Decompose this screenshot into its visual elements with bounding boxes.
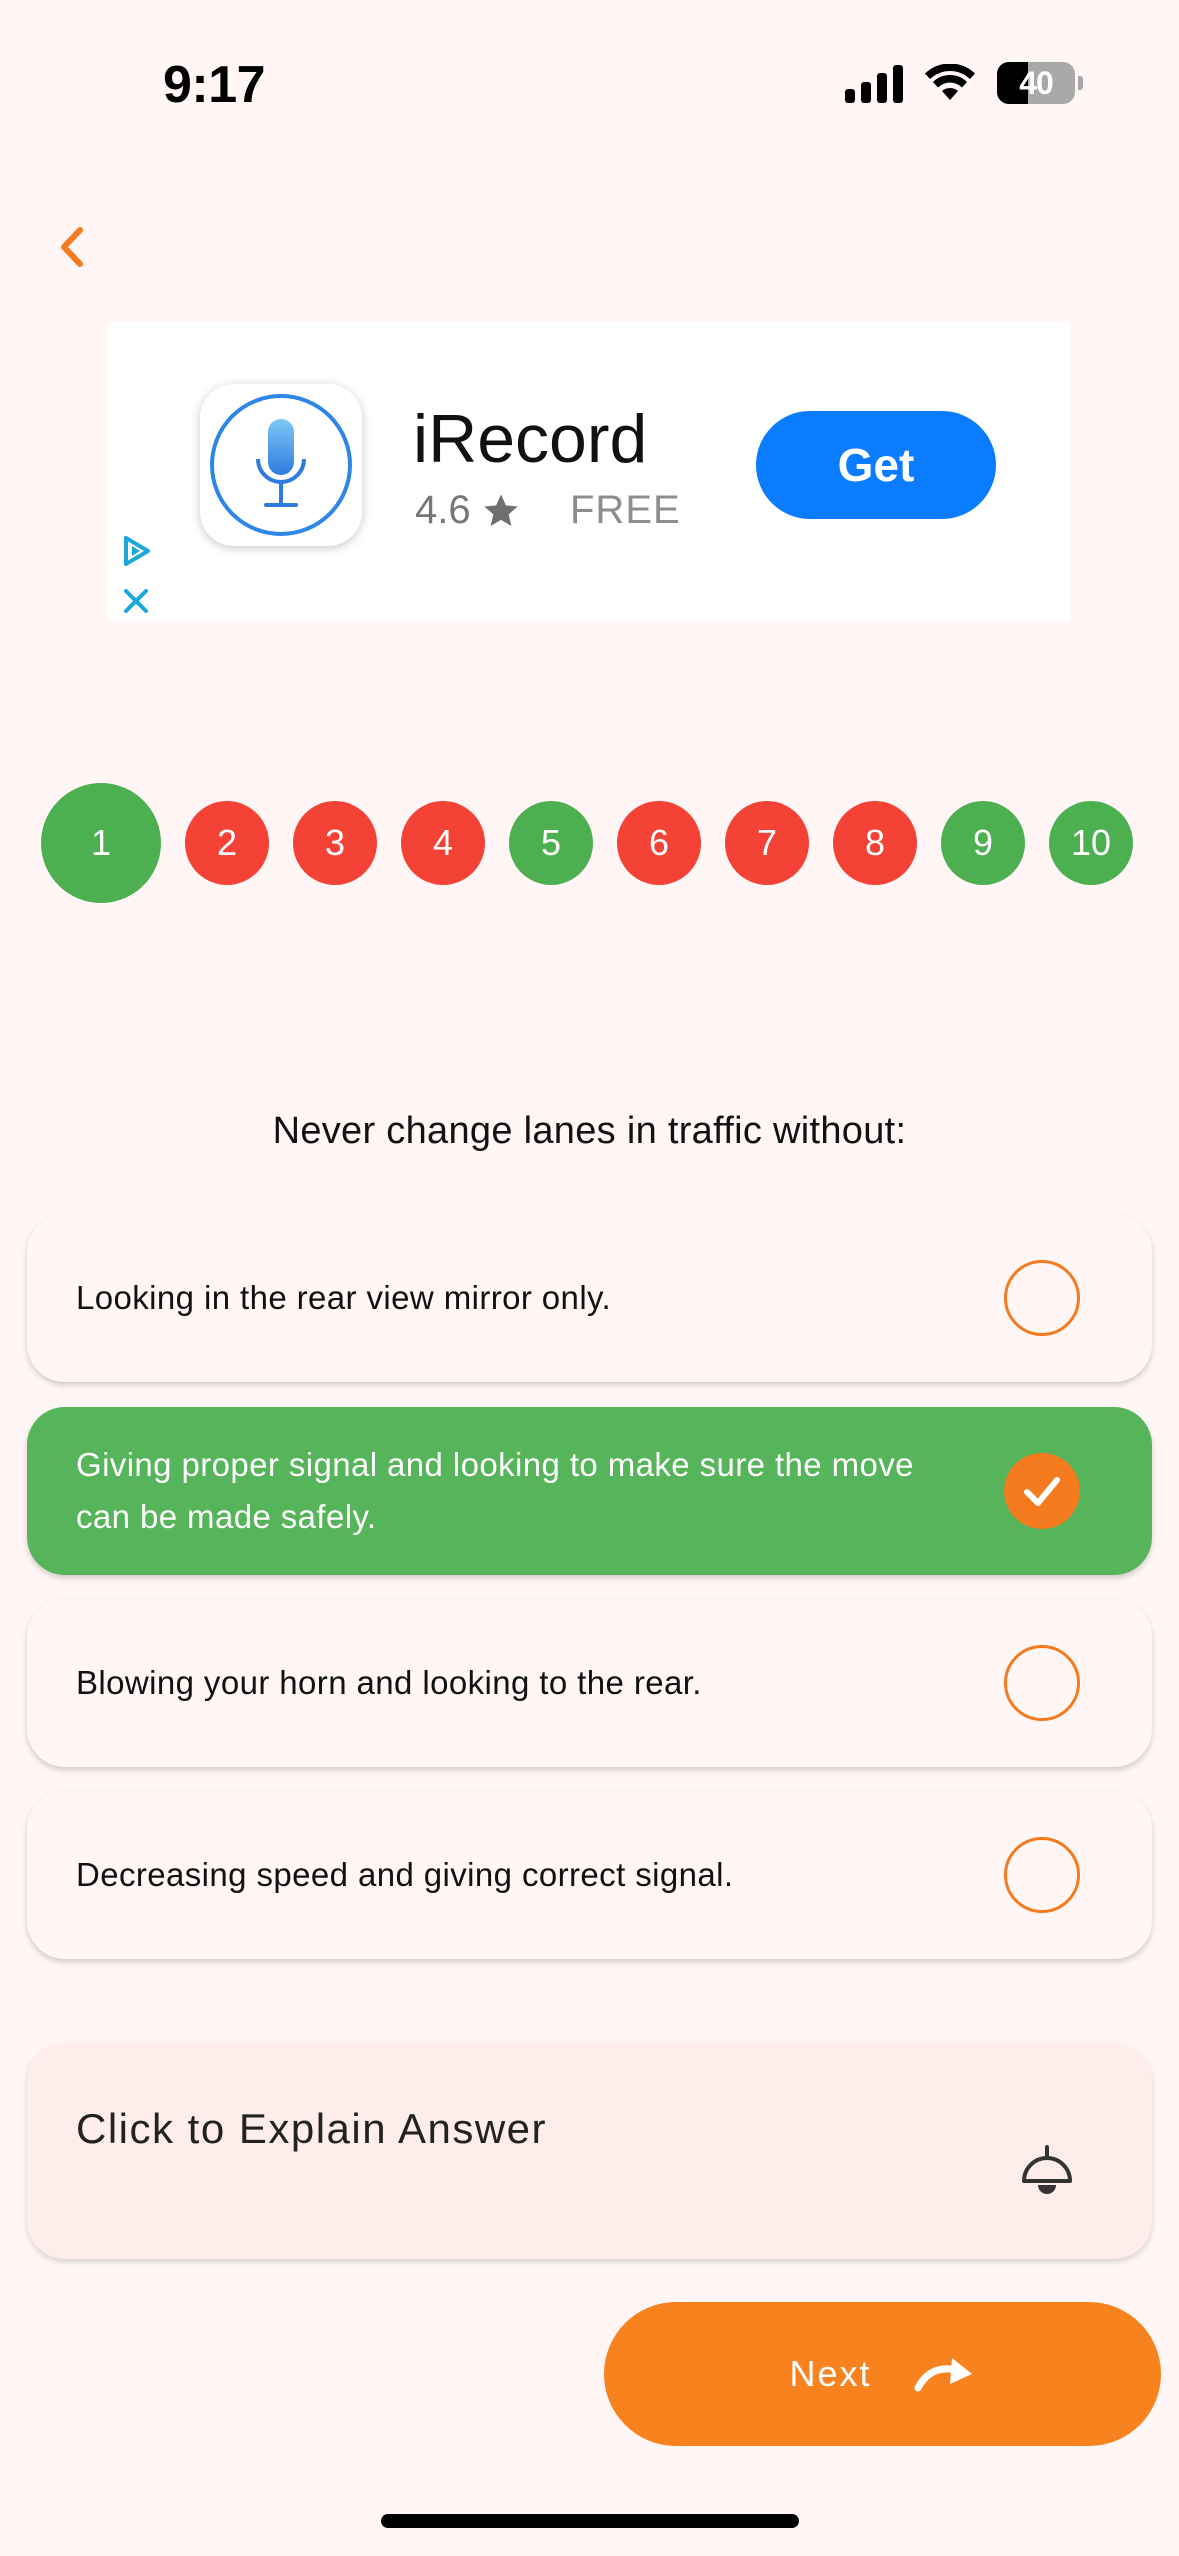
ad-rating-value: 4.6 [415, 488, 471, 532]
question-number-1[interactable]: 1 [41, 783, 161, 903]
answer-option-text: Giving proper signal and looking to make… [76, 1446, 914, 1535]
ad-app-name: iRecord [413, 401, 648, 477]
wifi-icon [925, 64, 975, 100]
close-icon[interactable] [116, 581, 156, 621]
ad-get-button[interactable]: Get [756, 411, 996, 519]
question-navigator: 1 2 3 4 5 6 7 8 9 10 [0, 783, 1179, 903]
ad-choices[interactable] [116, 532, 156, 621]
answer-option-text: Decreasing speed and giving correct sign… [76, 1856, 734, 1893]
answer-option-3[interactable]: Blowing your horn and looking to the rea… [27, 1599, 1152, 1767]
battery-level: 40 [1019, 64, 1054, 101]
question-number-8[interactable]: 8 [833, 801, 917, 885]
question-number-4[interactable]: 4 [401, 801, 485, 885]
home-indicator [381, 2514, 799, 2528]
checkmark-icon [1004, 1453, 1080, 1529]
next-label: Next [789, 2353, 872, 2394]
answer-option-text: Blowing your horn and looking to the rea… [76, 1664, 702, 1701]
ad-app-icon [200, 384, 362, 546]
question-number-6[interactable]: 6 [617, 801, 701, 885]
ad-banner[interactable]: iRecord 4.6 FREE Get [108, 322, 1070, 621]
answer-option-1[interactable]: Looking in the rear view mirror only. [27, 1214, 1152, 1382]
ad-price: FREE [570, 488, 681, 532]
question-number-2[interactable]: 2 [185, 801, 269, 885]
question-text: Never change lanes in traffic without: [272, 1110, 907, 1152]
explain-answer-button[interactable]: Click to Explain Answer [27, 2043, 1152, 2259]
ad-rating: 4.6 [415, 488, 521, 533]
microphone-icon [256, 419, 306, 507]
status-icons: 40 [845, 62, 1083, 104]
question-number-10[interactable]: 10 [1049, 801, 1133, 885]
explain-answer-label: Click to Explain Answer [76, 2105, 548, 2152]
question-number-7[interactable]: 7 [725, 801, 809, 885]
redo-arrow-icon [914, 2358, 972, 2392]
radio-unchecked-icon [1004, 1260, 1080, 1336]
radio-unchecked-icon [1004, 1645, 1080, 1721]
question-number-5[interactable]: 5 [509, 801, 593, 885]
question-number-9[interactable]: 9 [941, 801, 1025, 885]
answer-option-text: Looking in the rear view mirror only. [76, 1279, 612, 1316]
star-icon [483, 493, 518, 526]
answer-option-4[interactable]: Decreasing speed and giving correct sign… [27, 1791, 1152, 1959]
quiz-screen: 9:17 40 iRecord 4.6 FREE Get 1 2 3 4 5 6… [0, 0, 1179, 2556]
battery-icon: 40 [997, 62, 1075, 104]
chevron-left-icon [61, 227, 83, 267]
cellular-signal-icon [845, 63, 903, 103]
next-button[interactable]: Next [604, 2302, 1161, 2446]
back-button[interactable] [52, 222, 102, 282]
status-time: 9:17 [163, 56, 266, 114]
question-number-3[interactable]: 3 [293, 801, 377, 885]
lamp-icon [1022, 2145, 1072, 2194]
ad-choices-icon [124, 536, 150, 566]
radio-unchecked-icon [1004, 1837, 1080, 1913]
answer-option-2[interactable]: Giving proper signal and looking to make… [27, 1407, 1152, 1575]
